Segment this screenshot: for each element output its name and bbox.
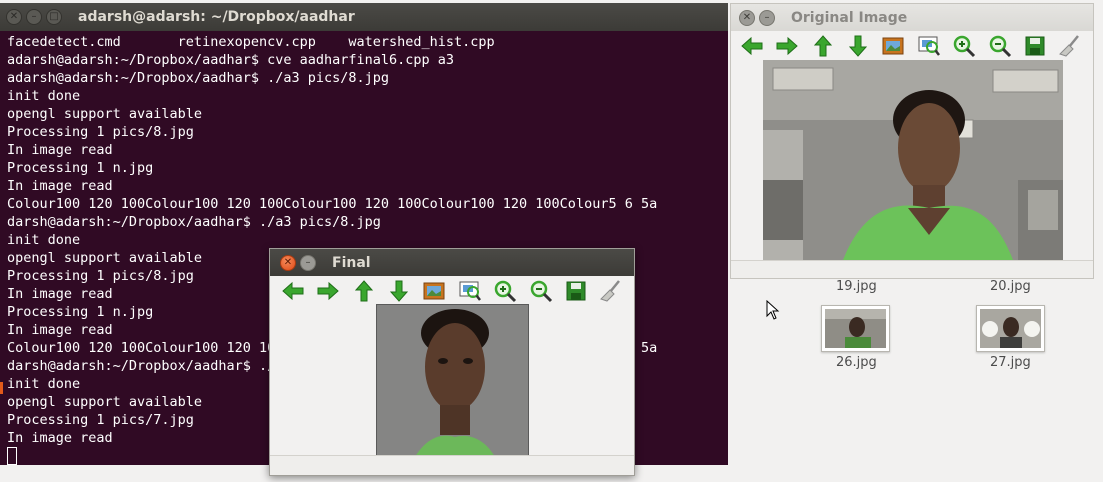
arrow-right-icon[interactable]	[315, 278, 340, 304]
thumbnail-image	[980, 309, 1041, 348]
mouse-pointer-icon	[766, 300, 780, 320]
minimize-icon[interactable]: –	[300, 254, 316, 271]
zoom-in-icon[interactable]	[492, 278, 517, 304]
terminal-title: adarsh@adarsh: ~/Dropbox/aadhar	[78, 9, 355, 25]
arrow-up-icon[interactable]	[351, 278, 376, 304]
clear-brush-icon[interactable]	[1058, 33, 1083, 59]
terminal-cursor	[7, 447, 17, 465]
file-label: 19.jpg	[836, 279, 877, 294]
arrow-right-icon[interactable]	[774, 33, 799, 59]
maximize-icon[interactable]: □	[46, 9, 62, 25]
original-image-canvas[interactable]	[763, 60, 1063, 260]
zoom-in-icon[interactable]	[951, 33, 976, 59]
final-titlebar[interactable]: ✕ – Final	[270, 249, 634, 276]
close-icon[interactable]: ✕	[739, 9, 755, 26]
thumbnail-photo-26	[825, 309, 886, 348]
arrow-down-icon[interactable]	[386, 278, 411, 304]
image-icon[interactable]	[881, 33, 906, 59]
terminal-line: Processing 1 n.jpg	[7, 160, 154, 176]
terminal-line: In image read	[7, 178, 113, 194]
terminal-line: darsh@adarsh:~/Dropbox/aadhar$ ./a3 pics…	[7, 214, 381, 230]
terminal-line: Processing 1 pics/8.jpg	[7, 124, 194, 140]
terminal-line: init done	[7, 232, 81, 248]
terminal-line: init done	[7, 88, 81, 104]
final-toolbar	[270, 276, 634, 305]
zoom-out-icon[interactable]	[528, 278, 553, 304]
zoom-fit-icon[interactable]	[916, 33, 941, 59]
zoom-out-icon[interactable]	[987, 33, 1012, 59]
terminal-line: adarsh@adarsh:~/Dropbox/aadhar$ ./a3 pic…	[7, 70, 390, 86]
window-edge-marker	[0, 382, 3, 394]
save-icon[interactable]	[1022, 33, 1047, 59]
final-image-canvas[interactable]	[376, 304, 529, 456]
original-statusbar	[731, 260, 1093, 278]
save-icon[interactable]	[563, 278, 588, 304]
image-icon[interactable]	[422, 278, 447, 304]
terminal-line: Colour100 120 100Colour100 120 100Colour…	[7, 196, 658, 212]
clear-brush-icon[interactable]	[599, 278, 624, 304]
minimize-icon[interactable]: –	[759, 9, 775, 26]
terminal-titlebar[interactable]: ✕ – □ adarsh@adarsh: ~/Dropbox/aadhar	[0, 3, 728, 31]
final-window-title: Final	[332, 254, 371, 271]
thumbnail-photo-27	[980, 309, 1041, 348]
original-toolbar	[731, 31, 1093, 61]
thumbnail-image	[825, 309, 886, 348]
arrow-left-icon[interactable]	[280, 278, 305, 304]
zoom-fit-icon[interactable]	[457, 278, 482, 304]
original-image-window[interactable]: ✕ – Original Image	[730, 3, 1094, 279]
file-thumbnail-27[interactable]	[976, 305, 1045, 352]
file-label: 27.jpg	[990, 355, 1031, 370]
final-statusbar	[270, 455, 634, 475]
terminal-line: opengl support available	[7, 106, 203, 122]
minimize-icon[interactable]: –	[26, 9, 42, 25]
file-label: 20.jpg	[990, 279, 1031, 294]
close-icon[interactable]: ✕	[280, 254, 296, 271]
file-label: 26.jpg	[836, 355, 877, 370]
terminal-line: adarsh@adarsh:~/Dropbox/aadhar$ cve aadh…	[7, 52, 455, 68]
arrow-left-icon[interactable]	[739, 33, 764, 59]
close-icon[interactable]: ✕	[6, 9, 22, 25]
arrow-up-icon[interactable]	[810, 33, 835, 59]
terminal-line: facedetect.cmd retinexopencv.cpp watersh…	[7, 34, 495, 50]
original-window-title: Original Image	[791, 9, 908, 26]
terminal-line: In image read	[7, 142, 113, 158]
arrow-down-icon[interactable]	[845, 33, 870, 59]
final-window[interactable]: ✕ – Final	[269, 248, 635, 476]
final-photo	[377, 305, 528, 455]
original-photo	[763, 60, 1063, 260]
original-titlebar[interactable]: ✕ – Original Image	[731, 4, 1093, 31]
file-thumbnail-26[interactable]	[821, 305, 890, 352]
